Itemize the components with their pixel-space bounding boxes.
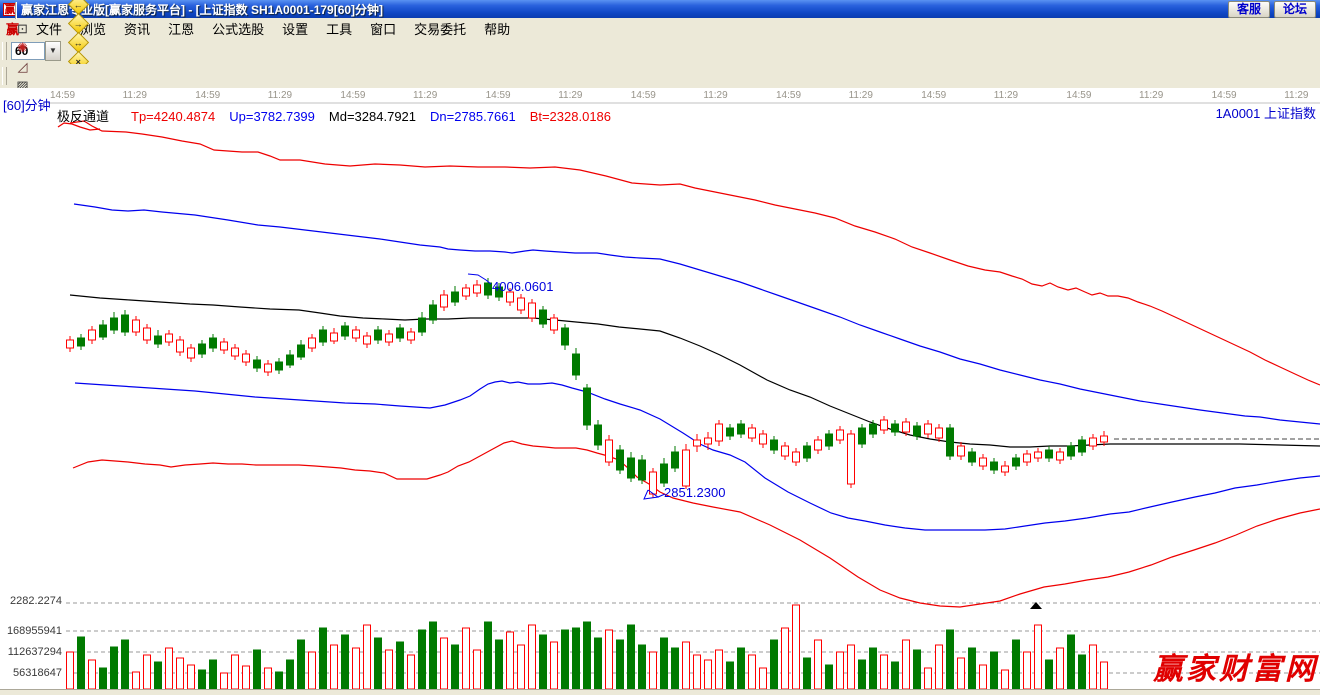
time-axis-label: 14:59	[1212, 90, 1237, 101]
time-axis-label: 11:29	[703, 90, 727, 101]
chart-area[interactable]: 14:59 11:29 14:59 11:29 14:59 11:29 14:59 11:29…	[0, 88, 1320, 695]
customer-service-button[interactable]: 客服	[1228, 1, 1270, 18]
indicator-value-1: Up=3782.7399	[229, 109, 315, 124]
time-axis-label: 14:59	[50, 90, 75, 101]
time-axis-label: 14:59	[1066, 90, 1091, 101]
time-axis-label: 11:29	[1284, 90, 1308, 101]
drawing-toolbar: ✐╫金金F☉✐◔╫n²⊿⊕✳▩K"神赢▦⇄⊡✺◿▨∠∿▦▩⫽⊟‰%%◉金$∿金J…	[0, 64, 1320, 89]
indicator-value-2: Md=3284.7921	[329, 109, 416, 124]
indicator-name[interactable]: 极反通道	[57, 109, 109, 124]
low-annotation: 2851.2300	[664, 485, 725, 500]
time-axis-label: 14:59	[921, 90, 946, 101]
chart-canvas[interactable]	[0, 88, 1320, 695]
indicator-value-3: Dn=2785.7661	[430, 109, 516, 124]
time-axis-label: 11:29	[123, 90, 147, 101]
time-axis-label: 11:29	[849, 90, 873, 101]
time-axis-label: 14:59	[776, 90, 801, 101]
toolbar-grip[interactable]	[2, 42, 7, 60]
menu-item-6[interactable]: 工具	[317, 21, 361, 38]
time-axis-label: 11:29	[413, 90, 437, 101]
indicator-value-4: Bt=2328.0186	[530, 109, 611, 124]
indicator-value-0: Tp=4240.4874	[131, 109, 215, 124]
time-axis-label: 11:29	[994, 90, 1018, 101]
time-axis-label: 14:59	[631, 90, 656, 101]
price-axis-label: 2282.2274	[4, 595, 62, 607]
gann-lr-icon[interactable]: ↔	[68, 33, 89, 52]
toolbar-separator	[15, 2, 17, 19]
time-axis-label: 14:59	[486, 90, 511, 101]
high-annotation: 4006.0601	[492, 279, 553, 294]
box-select-icon[interactable]: ⊡	[12, 20, 33, 39]
time-axis-label: 11:29	[558, 90, 582, 101]
menu-item-2[interactable]: 资讯	[115, 21, 159, 38]
time-axis-label: 14:59	[195, 90, 220, 101]
time-axis-label: 11:29	[268, 90, 292, 101]
menu-item-5[interactable]: 设置	[273, 21, 317, 38]
menu-item-8[interactable]: 交易委托	[405, 21, 475, 38]
title-bar: 赢 赢家江恩专业版[赢家服务平台] - [上证指数 SH1A0001-179[6…	[0, 0, 1320, 18]
rays-icon[interactable]: ✺	[12, 39, 33, 58]
site-watermark: 赢家财富网	[1153, 644, 1320, 688]
menu-item-7[interactable]: 窗口	[361, 21, 405, 38]
application-window: 赢 赢家江恩专业版[赢家服务平台] - [上证指数 SH1A0001-179[6…	[0, 0, 1320, 695]
menu-item-4[interactable]: 公式选股	[203, 21, 273, 38]
volume-axis-label-1: 168955941	[4, 625, 62, 637]
forum-button[interactable]: 论坛	[1274, 1, 1316, 18]
volume-axis-label-3: 56318647	[4, 667, 62, 679]
wedge-icon[interactable]: ◿	[12, 58, 33, 77]
period-dropdown-icon[interactable]: ▼	[45, 41, 61, 61]
menu-item-9[interactable]: 帮助	[475, 21, 519, 38]
volume-axis-label-2: 112637294	[4, 646, 62, 658]
period-label: [60]分钟	[3, 95, 51, 114]
time-axis-label: 14:59	[340, 90, 365, 101]
main-toolbar: 60 ▼ ≋▤ıı3ıı9╽▼≋⚑|◀▶|◀▶←→↔×+✳☜+∠℘∾21▦▤◪⇄…	[0, 38, 1320, 65]
toolbar-grip[interactable]	[2, 67, 7, 85]
menu-bar: 赢 文件浏览资讯江恩公式选股设置工具窗口交易委托帮助	[0, 18, 1320, 39]
menu-item-3[interactable]: 江恩	[159, 21, 203, 38]
gann-left-icon[interactable]: ←	[68, 0, 89, 14]
gann-right-icon[interactable]: →	[68, 14, 89, 33]
symbol-label: 1A0001 上证指数	[1216, 103, 1316, 122]
indicator-header: 极反通道 Tp=4240.4874 Up=3782.7399 Md=3284.7921…	[57, 106, 625, 125]
time-axis-label: 11:29	[1139, 90, 1163, 101]
